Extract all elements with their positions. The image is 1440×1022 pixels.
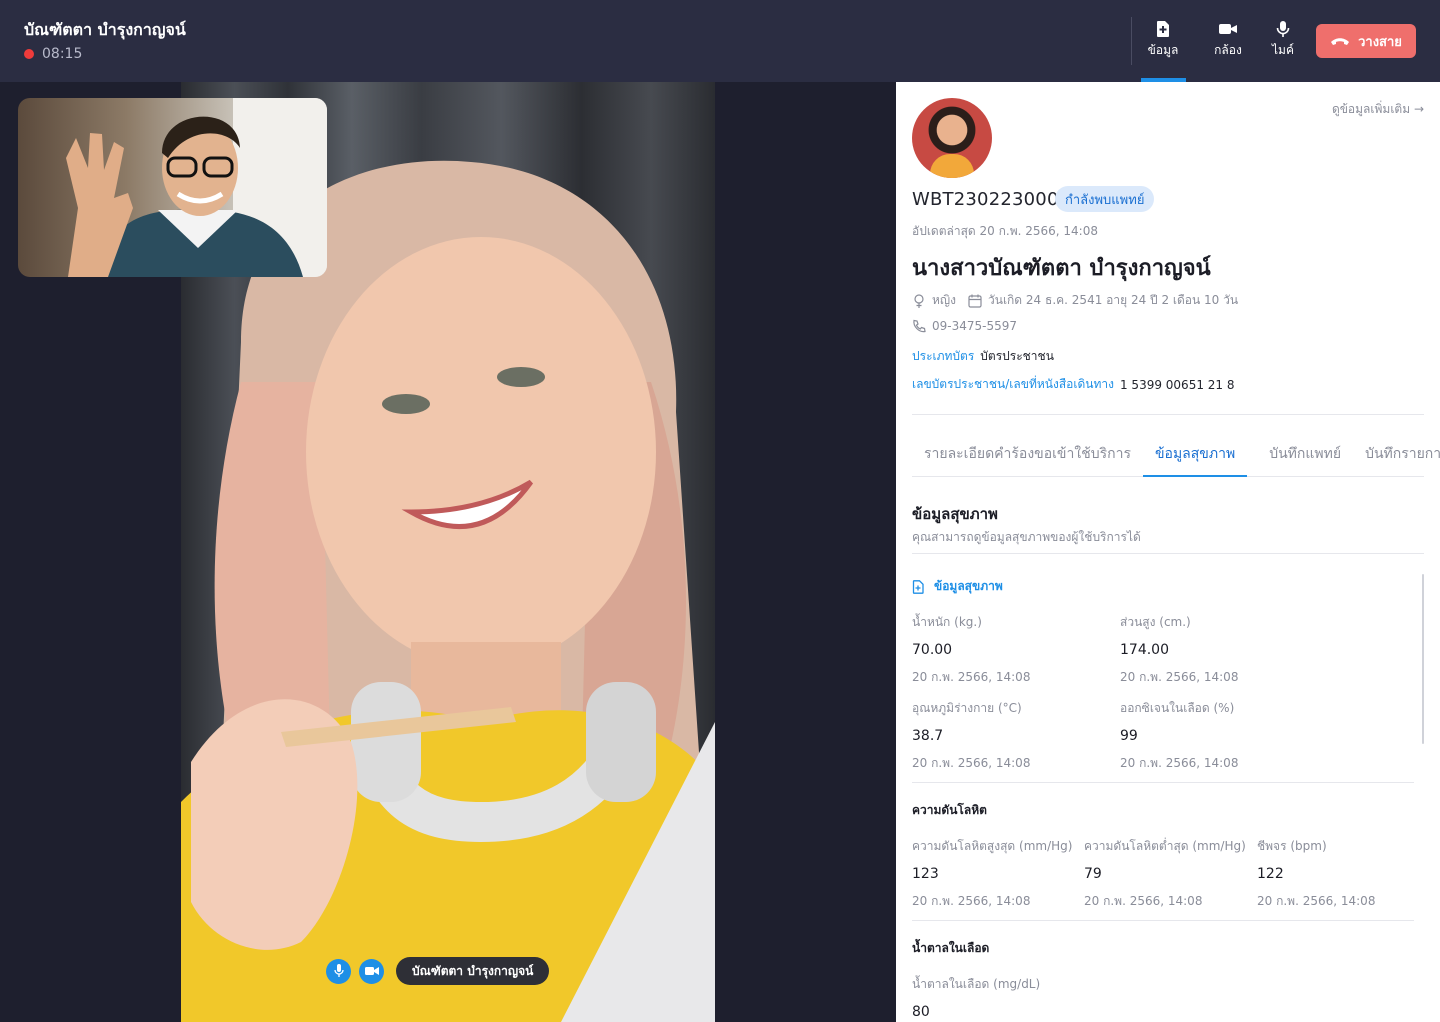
field-timestamp: 20 ก.พ. 2566, 14:08 (1084, 894, 1203, 908)
card-type-label: ประเภทบัตร (912, 349, 975, 363)
participant-mic-button[interactable] (326, 958, 351, 984)
field-timestamp: 20 ก.พ. 2566, 14:08 (1120, 756, 1239, 770)
camera-button-label: กล้อง (1214, 43, 1242, 57)
card-number-value: 1 5399 00651 21 8 (1119, 377, 1235, 392)
mic-button[interactable]: ไมค์ (1260, 20, 1306, 62)
video-stage: บัณฑัตตา บำรุงกาญจน์ (0, 82, 896, 1022)
participant-name-tag: บัณฑัตตา บำรุงกาญจน์ (396, 957, 550, 985)
vital-height: ส่วนสูง (cm.) 174.00 20 ก.พ. 2566, 14:08 (1120, 613, 1238, 687)
status-badge: กำลังพบแพทย์ (1055, 186, 1155, 212)
divider (912, 920, 1414, 921)
hangup-button-label: วางสาย (1358, 34, 1402, 50)
tab-request-details[interactable]: รายละเอียดคำร้องขอเข้าใช้บริการ (912, 432, 1143, 476)
card-type-value: บัตรประชาชน (980, 349, 1054, 363)
call-title: บัณฑัตตา บำรุงกาญจน์ (24, 20, 186, 39)
info-button-label: ข้อมูล (1147, 43, 1179, 57)
avatar (912, 98, 992, 178)
video-camera-icon (1219, 24, 1237, 34)
divider (912, 553, 1424, 554)
patient-info-panel: ดูข้อมูลเพิ่มเติม → WBT2302230001 กำลังพ… (896, 82, 1440, 1022)
last-updated: อัปเดตล่าสุด 20 ก.พ. 2566, 14:08 (912, 224, 1098, 238)
patient-name: นางสาวบัณฑัตตา บำรุงกาญจน์ (912, 256, 1211, 281)
field-value: 122 (1257, 866, 1284, 882)
divider (912, 414, 1424, 415)
field-value: 70.00 (912, 642, 953, 658)
field-value: 38.7 (912, 728, 944, 744)
vital-weight: น้ำหนัก (kg.) 70.00 20 ก.พ. 2566, 14:08 (912, 613, 1030, 687)
call-header: บัณฑัตตา บำรุงกาญจน์ 08:15 ข้อมูล กล้อง … (0, 0, 1440, 82)
recording-indicator (24, 49, 34, 59)
field-value: 99 (1120, 728, 1138, 744)
health-section-title: ข้อมูลสุขภาพ (912, 505, 998, 523)
patient-demographics: หญิง วันเกิด 24 ธ.ค. 2541 อายุ 24 ปี 2 เ… (912, 291, 1238, 310)
document-add-icon (912, 579, 924, 594)
patient-phone-row: 09-3475-5597 (912, 319, 1017, 333)
health-group-title: ข้อมูลสุขภาพ (912, 577, 1003, 596)
card-number-label: เลขบัตรประชาชน/เลขที่หนังสือเดินทาง (912, 377, 1114, 391)
field-label: น้ำตาลในเลือด (mg/dL) (912, 977, 1041, 991)
view-more-link[interactable]: ดูข้อมูลเพิ่มเติม → (1332, 100, 1424, 119)
female-icon (914, 293, 924, 308)
bp-diastolic: ความดันโลหิตต่ำสุด (mm/Hg) 79 20 ก.พ. 25… (1084, 837, 1246, 911)
bp-systolic: ความดันโลหิตสูงสุด (mm/Hg) 123 20 ก.พ. 2… (912, 837, 1072, 911)
field-value: 174.00 (1120, 642, 1169, 658)
field-label: น้ำหนัก (kg.) (912, 615, 982, 629)
field-label: ชีพจร (bpm) (1257, 839, 1327, 853)
field-timestamp: 20 ก.พ. 2566, 14:08 (1257, 894, 1376, 908)
self-video (18, 98, 327, 277)
participant-camera-button[interactable] (359, 958, 384, 984)
field-label: ความดันโลหิตสูงสุด (mm/Hg) (912, 839, 1073, 853)
card-type-row: ประเภทบัตร บัตรประชาชน (912, 347, 1054, 366)
field-label: ส่วนสูง (cm.) (1120, 615, 1191, 629)
field-value: 123 (912, 866, 939, 882)
hangup-button[interactable]: วางสาย (1316, 24, 1416, 58)
tab-doctor-notes[interactable]: บันทึกแพทย์ (1247, 432, 1353, 476)
patient-id: WBT2302230001 (912, 189, 1071, 210)
field-timestamp: 20 ก.พ. 2566, 14:08 (912, 894, 1031, 908)
patient-birth: วันเกิด 24 ธ.ค. 2541 อายุ 24 ปี 2 เดือน … (988, 293, 1239, 307)
patient-gender: หญิง (932, 293, 956, 307)
call-timer-text: 08:15 (42, 46, 83, 62)
divider (912, 782, 1414, 783)
participant-controls: บัณฑัตตา บำรุงกาญจน์ (326, 957, 550, 985)
phone-icon (913, 319, 926, 333)
patient-tabs: รายละเอียดคำร้องขอเข้าใช้บริการ ข้อมูลสุ… (912, 432, 1440, 477)
blood-pressure-title: ความดันโลหิต (912, 803, 987, 817)
tab-medication-records[interactable]: บันทึกรายการยา (1353, 432, 1440, 476)
mic-button-label: ไมค์ (1272, 43, 1294, 57)
document-add-icon (1157, 21, 1169, 37)
video-camera-icon (364, 967, 379, 975)
health-group-title-text: ข้อมูลสุขภาพ (934, 579, 1003, 593)
field-label: ออกซิเจนในเลือด (%) (1120, 701, 1235, 715)
tab-health-info[interactable]: ข้อมูลสุขภาพ (1142, 432, 1248, 477)
health-section-subtitle: คุณสามารถดูข้อมูลสุขภาพของผู้ใช้บริการได… (912, 530, 1141, 544)
toolbar-divider (1131, 17, 1132, 65)
field-label: อุณหภูมิร่างกาย (°C) (912, 701, 1022, 715)
patient-phone: 09-3475-5597 (932, 319, 1018, 333)
field-value: 79 (1084, 866, 1102, 882)
card-number-row: เลขบัตรประชาชน/เลขที่หนังสือเดินทาง 1 53… (912, 375, 1235, 394)
info-button[interactable]: ข้อมูล (1140, 20, 1186, 62)
vital-oxygen: ออกซิเจนในเลือด (%) 99 20 ก.พ. 2566, 14:… (1120, 699, 1238, 773)
calendar-icon (968, 294, 982, 308)
pulse-rate: ชีพจร (bpm) 122 20 ก.พ. 2566, 14:08 (1257, 837, 1375, 911)
microphone-icon (1276, 21, 1290, 37)
field-timestamp: 20 ก.พ. 2566, 14:08 (1120, 670, 1239, 684)
microphone-icon (333, 964, 344, 977)
blood-sugar-title: น้ำตาลในเลือด (912, 941, 990, 955)
vital-temperature: อุณหภูมิร่างกาย (°C) 38.7 20 ก.พ. 2566, … (912, 699, 1030, 773)
camera-button[interactable]: กล้อง (1205, 20, 1251, 62)
self-participant-image (66, 98, 327, 277)
field-timestamp: 20 ก.พ. 2566, 14:08 (912, 670, 1031, 684)
blood-sugar: น้ำตาลในเลือด (mg/dL) 80 (912, 975, 1040, 1020)
field-label: ความดันโลหิตต่ำสุด (mm/Hg) (1084, 839, 1246, 853)
scrollbar[interactable] (1422, 574, 1424, 744)
field-timestamp: 20 ก.พ. 2566, 14:08 (912, 756, 1031, 770)
avatar-shirt (930, 154, 974, 178)
phone-hangup-icon (1331, 38, 1350, 45)
field-value: 80 (912, 1004, 930, 1020)
call-timer: 08:15 (24, 46, 82, 62)
